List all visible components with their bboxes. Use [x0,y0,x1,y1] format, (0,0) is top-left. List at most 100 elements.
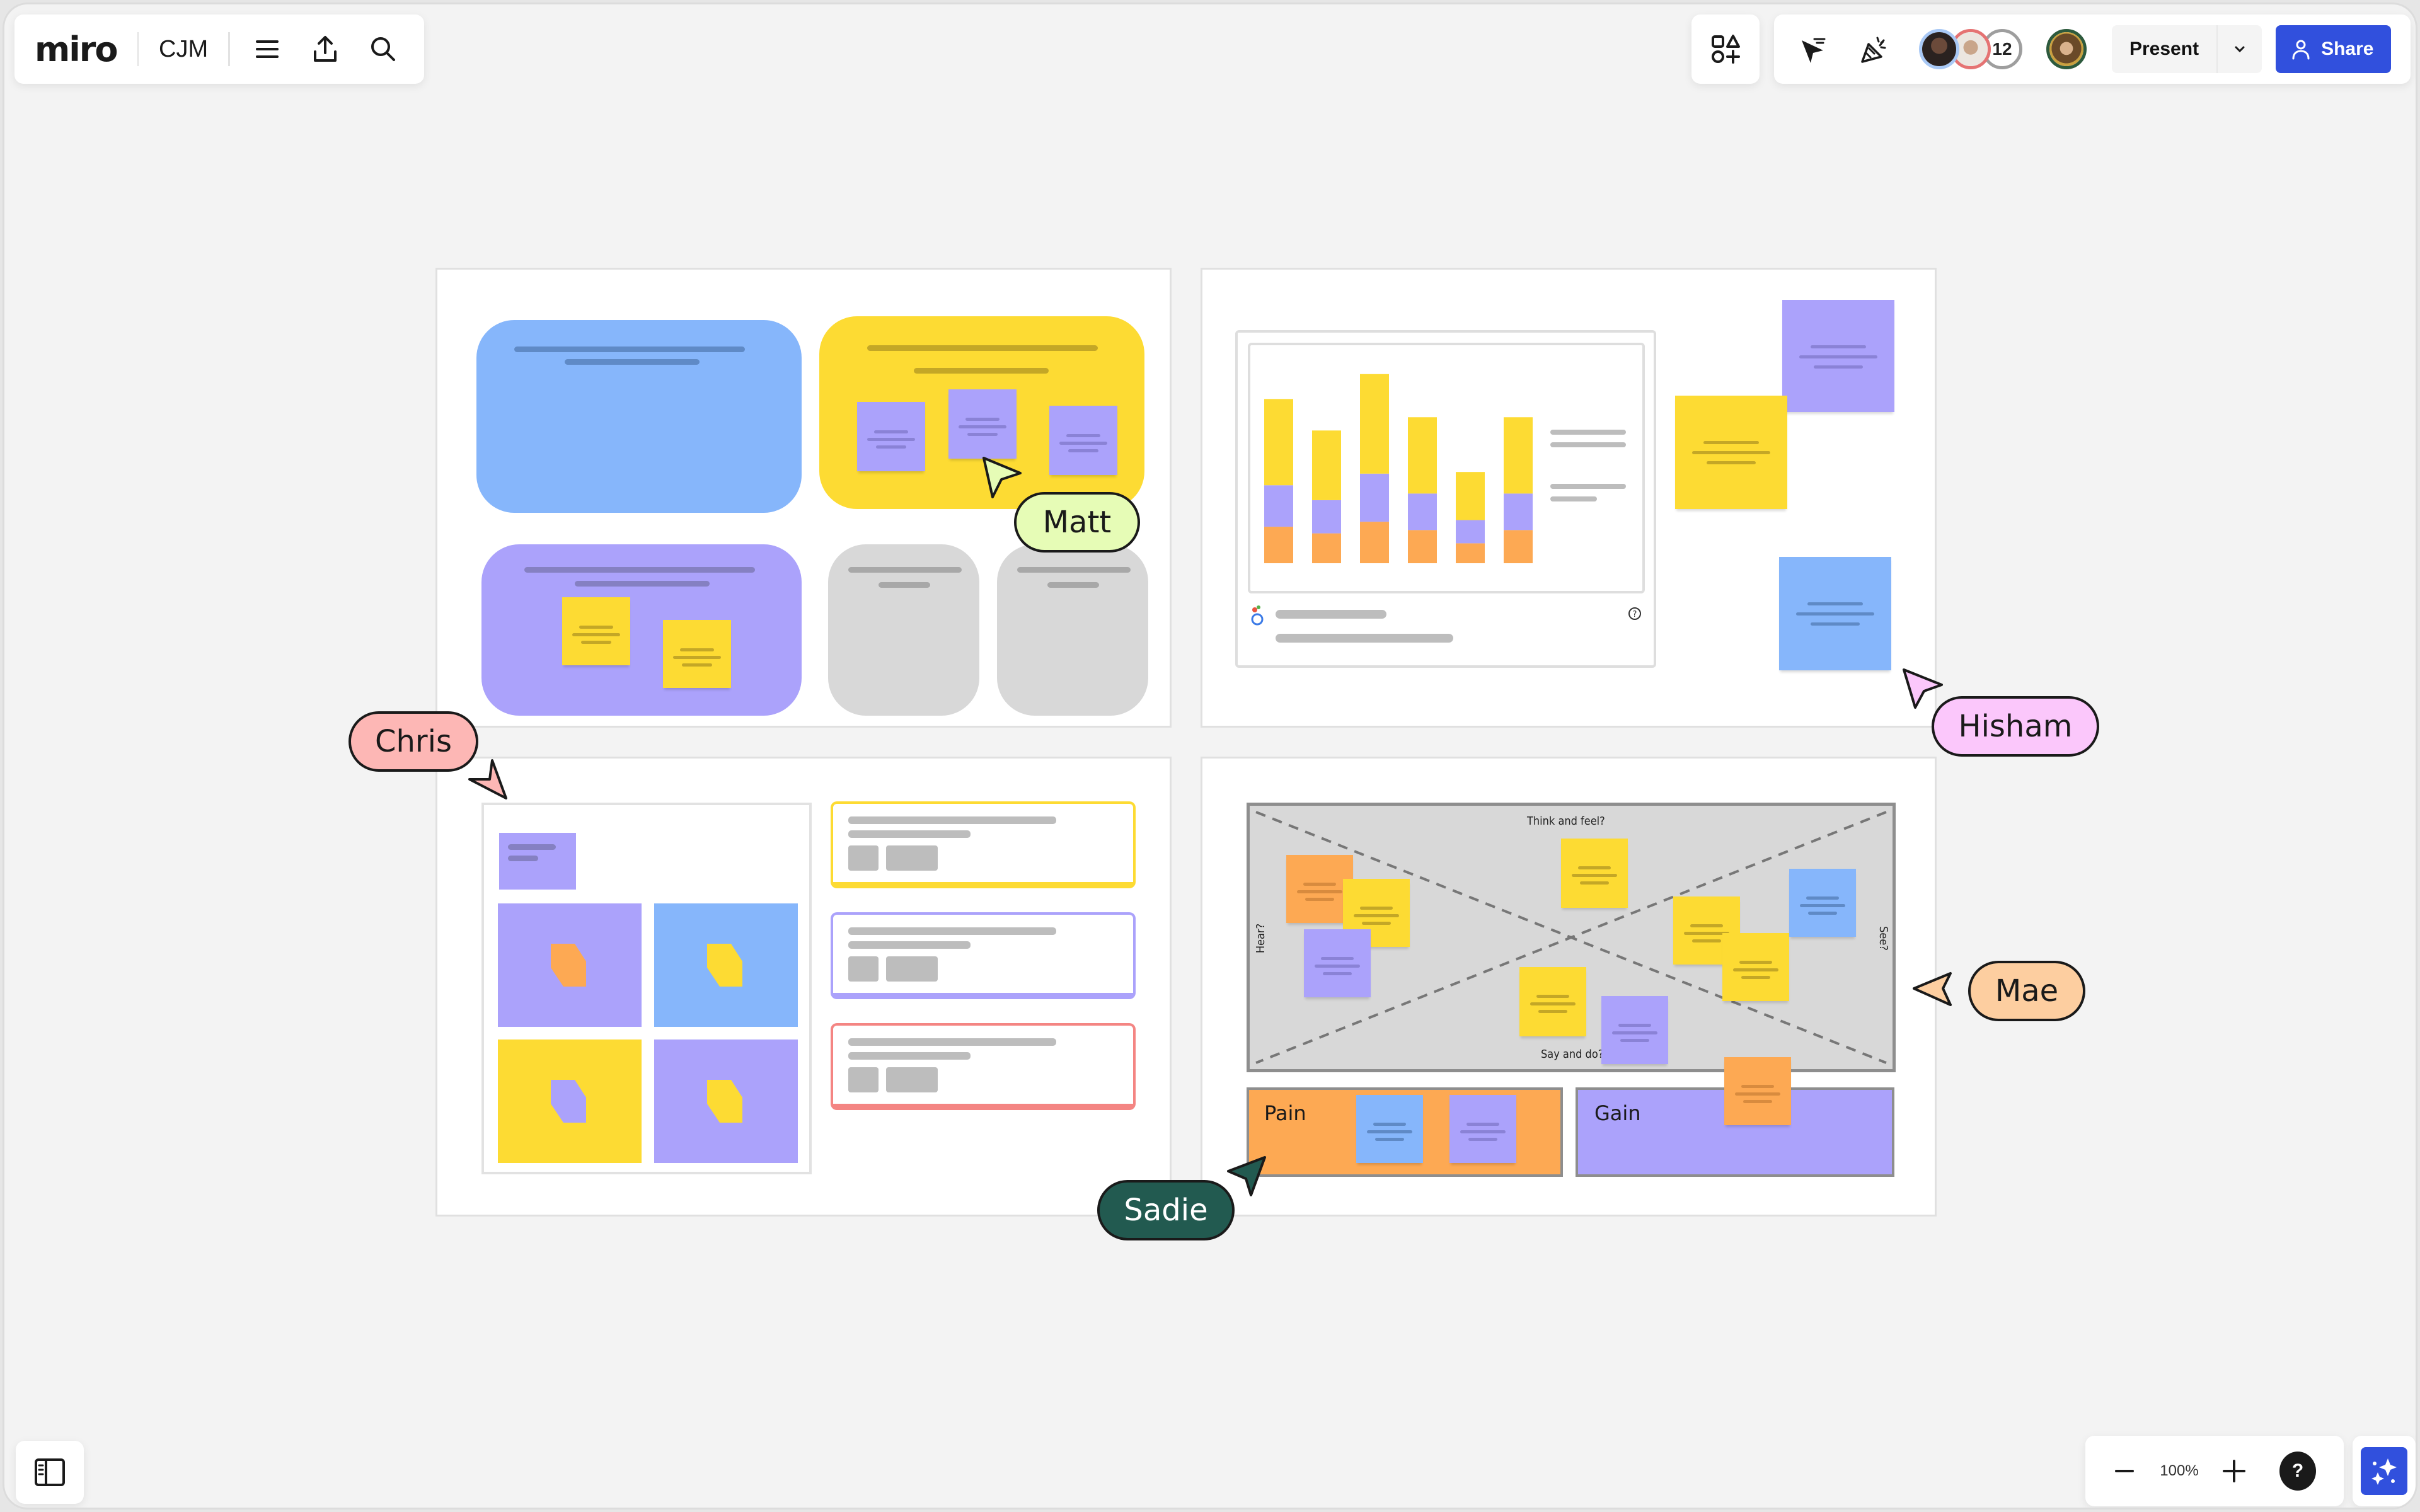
label-think-and-feel: Think and feel? [1527,815,1605,828]
cursor-label-chris: Chris [349,711,478,772]
board-canvas[interactable]: ? Think and feel? Say and do? Hear? See?… [4,4,2416,1508]
grid-tile-purple[interactable] [498,903,642,1027]
ai-assistant-button[interactable] [2361,1447,2407,1495]
sticky-glyph-icon [707,1080,742,1123]
bar-segment-orange-3 [1360,522,1389,563]
gain-label: Gain [1594,1101,1641,1125]
sticky-note[interactable] [1601,996,1668,1064]
list-card-yellow[interactable] [831,801,1136,888]
miro-logo[interactable]: miro [35,30,118,69]
panel-toggle-button[interactable] [16,1441,84,1504]
cursor-arrow-mae [1913,972,1952,1006]
yellow-card-title-line [867,345,1098,351]
bar-segment-orange-2 [1312,533,1341,563]
integration-logo-icon [1251,605,1264,626]
present-button[interactable]: Present [2112,25,2216,73]
share-button[interactable]: Share [2276,25,2392,73]
sticky-note[interactable] [1722,933,1789,1001]
frame-bottom-right[interactable]: Think and feel? Say and do? Hear? See? P… [1201,757,1937,1217]
grey-card-subtitle-line [879,582,930,588]
grid-tile-yellow[interactable] [498,1040,642,1163]
sticky-note[interactable] [1779,557,1891,670]
frame-bottom-left[interactable] [435,757,1172,1217]
top-right-toolbar: 12 Present Share [1774,14,2411,84]
purple-card[interactable] [481,544,802,716]
sticky-note[interactable] [857,402,925,471]
label-say-and-do: Say and do? [1541,1048,1604,1061]
top-left-toolbar: miro CJM [14,14,424,84]
hamburger-menu-icon[interactable] [250,29,284,69]
sticky-glyph-icon [551,1080,586,1123]
chevron-down-icon [2235,46,2245,53]
divider [137,32,139,66]
cursor-filter-icon[interactable] [1792,29,1832,69]
chip [886,956,938,982]
bar-segment-yellow-4 [1408,417,1437,494]
minus-icon [2115,1470,2134,1472]
present-button-group: Present [2112,25,2262,73]
zoom-out-button[interactable] [2104,1451,2145,1491]
help-button[interactable]: ? [2279,1452,2316,1491]
sticky-note[interactable] [1724,1057,1791,1125]
sticky-note[interactable] [562,597,630,665]
sticky-note[interactable] [1782,300,1894,412]
sticky-note[interactable] [1304,929,1371,997]
cursor-label-hisham: Hisham [1932,696,2099,757]
empathy-map[interactable]: Think and feel? Say and do? Hear? See? [1247,803,1896,1072]
grey-card[interactable] [997,544,1148,716]
bar-segment-yellow-6 [1504,417,1533,494]
zoom-level[interactable]: 100% [2145,1462,2214,1480]
header-swatch[interactable] [499,833,576,890]
grid-tile-blue[interactable] [654,903,798,1027]
label-see: See? [1876,926,1890,951]
miro-app: ? Think and feel? Say and do? Hear? See?… [3,3,2417,1509]
bar-segment-purple-4 [1408,493,1437,530]
sticky-note[interactable] [1049,406,1117,475]
party-popper-icon[interactable] [1853,29,1894,69]
current-user-avatar[interactable] [2046,29,2087,69]
grid-container[interactable] [481,803,812,1174]
bar-segment-orange-6 [1504,530,1533,563]
blue-card-subtitle-line [565,359,700,365]
sticky-note[interactable] [1449,1095,1516,1163]
bar-segment-purple-2 [1312,500,1341,534]
collaborator-avatar[interactable] [1919,29,1959,69]
bar-segment-orange-1 [1264,527,1293,563]
sticky-note[interactable] [1675,396,1787,509]
help-circle-icon[interactable]: ? [1627,606,1642,621]
search-icon[interactable] [366,29,400,69]
grey-card[interactable] [828,544,979,716]
sticky-note[interactable] [1356,1095,1423,1163]
pain-zone[interactable]: Pain [1247,1087,1563,1177]
sticky-note[interactable] [1561,839,1628,908]
bar-segment-orange-5 [1456,543,1485,563]
zoom-in-button[interactable] [2214,1451,2254,1491]
chip [848,845,879,871]
label-hear: Hear? [1254,923,1268,954]
purple-card-title-line [524,567,755,573]
upload-icon[interactable] [308,29,342,69]
grid-tile-purple[interactable] [654,1040,798,1163]
sticky-note[interactable] [1789,869,1856,937]
list-card-purple[interactable] [831,912,1136,999]
chart-widget[interactable]: ? [1235,330,1656,668]
sticky-note[interactable] [1519,967,1586,1036]
cursor-arrow-chris [468,759,507,799]
stacked-bar-chart [1264,374,1533,563]
cursor-arrow-sadie [1227,1156,1266,1196]
sticky-glyph-icon [707,944,742,987]
shapes-button[interactable] [1691,14,1760,84]
bar-segment-yellow-1 [1264,399,1293,486]
legend-line [1550,430,1626,435]
sticky-note[interactable] [663,620,731,688]
present-options-button[interactable] [2216,25,2262,73]
share-label: Share [2321,38,2374,59]
list-card-red[interactable] [831,1023,1136,1110]
sticky-note[interactable] [948,389,1017,459]
frame-top-right[interactable]: ? [1201,268,1937,728]
blue-card[interactable] [476,320,802,513]
plus-icon [2223,1460,2245,1482]
ai-panel [2353,1436,2416,1506]
board-name[interactable]: CJM [159,36,208,63]
sparkles-icon [2371,1458,2397,1485]
